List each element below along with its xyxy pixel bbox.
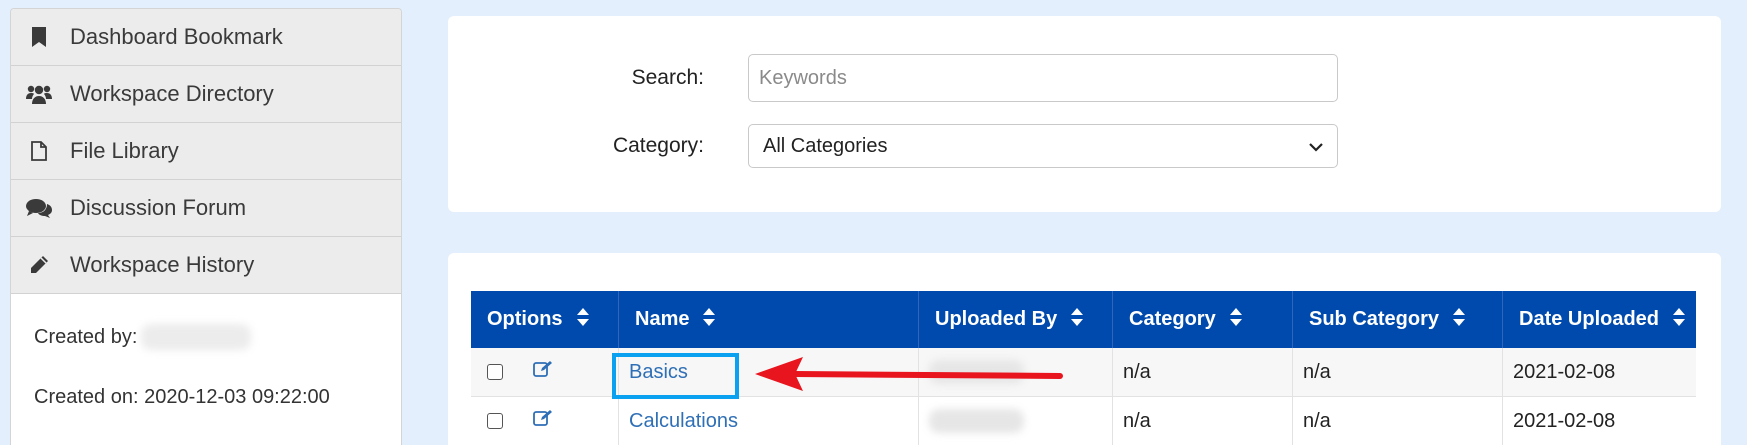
created-by-label: Created by: bbox=[34, 325, 138, 348]
search-panel: Search: Category: All Categories bbox=[448, 16, 1721, 212]
search-input[interactable] bbox=[748, 54, 1338, 102]
sort-icon bbox=[1453, 307, 1466, 332]
column-header-sub-category[interactable]: Sub Category bbox=[1293, 291, 1503, 348]
options-cell bbox=[471, 348, 619, 396]
bookmark-icon bbox=[26, 24, 52, 50]
sidebar-item-discussion-forum[interactable]: Discussion Forum bbox=[11, 180, 401, 237]
category-select[interactable]: All Categories bbox=[748, 124, 1338, 168]
annotation-highlight-box bbox=[612, 353, 739, 399]
row-checkbox[interactable] bbox=[487, 364, 503, 380]
column-header-name[interactable]: Name bbox=[619, 291, 919, 348]
date-uploaded-cell: 2021-02-08 bbox=[1513, 360, 1616, 383]
created-on-label: Created on: bbox=[34, 385, 139, 408]
date-uploaded-cell: 2021-02-08 bbox=[1513, 409, 1616, 432]
column-header-label: Sub Category bbox=[1309, 308, 1440, 330]
sub-category-cell: n/a bbox=[1293, 397, 1503, 445]
column-header-label: Category bbox=[1129, 308, 1216, 330]
column-header-label: Options bbox=[487, 308, 563, 330]
column-header-uploaded-by[interactable]: Uploaded By bbox=[919, 291, 1113, 348]
pencil-icon bbox=[26, 252, 52, 278]
workspace-meta: Created by: Created on: 2020-12-03 09:22… bbox=[11, 294, 401, 412]
uploaded-by-cell bbox=[919, 397, 1113, 445]
sidebar-item-file-library[interactable]: File Library bbox=[11, 123, 401, 180]
sidebar-item-label: File Library bbox=[70, 138, 179, 163]
redacted-creator bbox=[141, 324, 252, 350]
file-icon bbox=[26, 138, 52, 164]
table-row: Calculations n/a n/a 2021-02-08 bbox=[471, 397, 1696, 445]
column-header-label: Name bbox=[635, 308, 690, 330]
category-row: Category: All Categories bbox=[448, 124, 1338, 168]
category-label: Category: bbox=[612, 134, 704, 157]
sort-icon bbox=[576, 307, 589, 332]
column-header-label: Date Uploaded bbox=[1519, 308, 1660, 330]
options-cell bbox=[471, 397, 619, 445]
chevron-down-icon bbox=[1309, 135, 1323, 158]
column-header-label: Uploaded By bbox=[935, 308, 1058, 330]
sort-icon bbox=[1229, 307, 1242, 332]
created-by-row: Created by: bbox=[34, 322, 401, 352]
file-link[interactable]: Calculations bbox=[629, 410, 738, 433]
sidebar: Dashboard Bookmark Workspace Directory F… bbox=[10, 8, 402, 445]
sidebar-item-label: Discussion Forum bbox=[70, 195, 247, 220]
column-header-options[interactable]: Options bbox=[471, 291, 619, 348]
sort-icon bbox=[1071, 307, 1084, 332]
file-table-panel: Options Name Uploaded By Category Sub Ca… bbox=[448, 253, 1721, 445]
search-row: Search: bbox=[448, 54, 1338, 102]
sidebar-item-workspace-history[interactable]: Workspace History bbox=[11, 237, 401, 294]
users-icon bbox=[26, 81, 52, 107]
sub-category-cell: n/a bbox=[1293, 348, 1503, 396]
row-checkbox[interactable] bbox=[487, 413, 503, 429]
category-cell: n/a bbox=[1113, 348, 1293, 396]
edit-icon[interactable] bbox=[533, 360, 553, 384]
redacted-uploader bbox=[929, 409, 1024, 433]
sidebar-item-label: Dashboard Bookmark bbox=[70, 24, 283, 49]
sidebar-item-workspace-directory[interactable]: Workspace Directory bbox=[11, 66, 401, 123]
category-selected-value: All Categories bbox=[763, 134, 888, 157]
created-on-row: Created on: 2020-12-03 09:22:00 bbox=[34, 382, 401, 412]
category-cell: n/a bbox=[1113, 397, 1293, 445]
sidebar-item-dashboard-bookmark[interactable]: Dashboard Bookmark bbox=[11, 9, 401, 66]
created-on-value: 2020-12-03 09:22:00 bbox=[144, 385, 330, 408]
sort-icon bbox=[1673, 307, 1686, 332]
search-label: Search: bbox=[631, 66, 704, 89]
column-header-date-uploaded[interactable]: Date Uploaded bbox=[1503, 291, 1696, 348]
annotation-arrow-icon bbox=[755, 357, 1063, 391]
edit-icon[interactable] bbox=[533, 409, 553, 433]
name-cell: Calculations bbox=[619, 397, 919, 445]
comments-icon bbox=[26, 195, 52, 221]
column-header-category[interactable]: Category bbox=[1113, 291, 1293, 348]
sidebar-item-label: Workspace Directory bbox=[70, 81, 274, 106]
sidebar-item-label: Workspace History bbox=[70, 252, 255, 277]
table-header: Options Name Uploaded By Category Sub Ca… bbox=[471, 291, 1696, 348]
sort-icon bbox=[703, 307, 716, 332]
